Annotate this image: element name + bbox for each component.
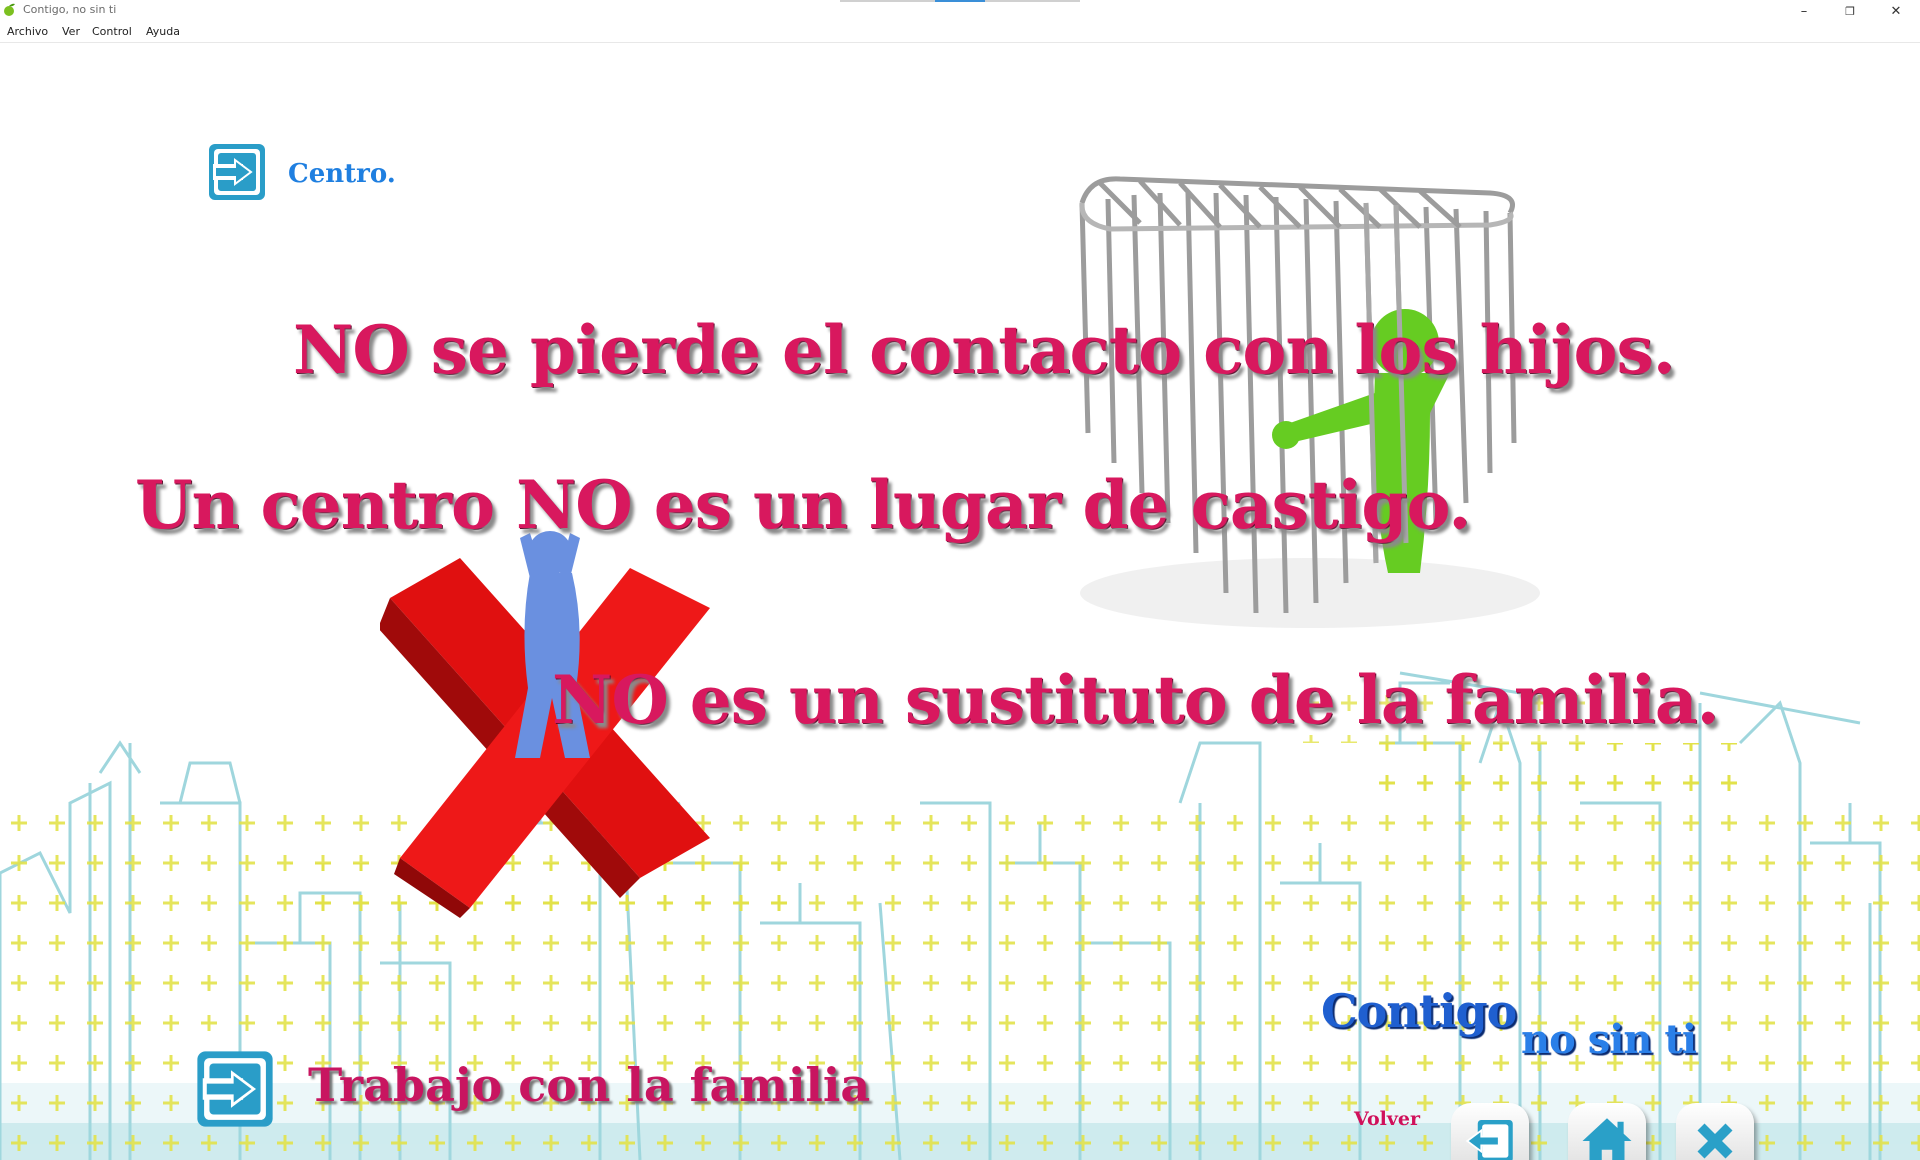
home-icon: [1582, 1118, 1632, 1160]
title-decoration: [985, 0, 1080, 2]
title-decoration: [840, 0, 940, 2]
headline-family-substitute: NO es un sustituto de la familia.: [552, 661, 1720, 739]
close-window-button[interactable]: ✕: [1873, 0, 1919, 22]
maximize-button[interactable]: ❐: [1827, 0, 1873, 22]
centro-link[interactable]: Centro.: [288, 159, 396, 189]
volver-label: Volver: [1354, 1108, 1421, 1130]
close-app-button[interactable]: [1676, 1103, 1754, 1160]
main-scene: Centro. NO se pierde el contacto con los…: [0, 43, 1920, 1160]
exit-icon: [1465, 1120, 1513, 1160]
minimize-button[interactable]: –: [1781, 0, 1827, 22]
menu-ayuda[interactable]: Ayuda: [146, 25, 180, 38]
window-title: Contigo, no sin ti: [23, 3, 117, 16]
volver-button[interactable]: [1451, 1103, 1529, 1160]
city-background-illustration: [0, 671, 1920, 1160]
menu-control[interactable]: Control: [92, 25, 132, 38]
centro-enter-icon[interactable]: [205, 140, 269, 204]
familia-link[interactable]: Trabajo con la familia: [308, 1058, 870, 1112]
home-button[interactable]: [1568, 1103, 1646, 1160]
familia-enter-icon[interactable]: [192, 1046, 278, 1132]
title-bar: Contigo, no sin ti – ❐ ✕: [0, 0, 1920, 22]
headline-contact: NO se pierde el contacto con los hijos.: [293, 311, 1676, 389]
app-logo-icon: [4, 3, 15, 16]
title-decoration-accent: [935, 0, 985, 2]
brand-title: Contigo: [1321, 984, 1517, 1038]
close-icon: [1697, 1123, 1733, 1159]
headline-punishment: Un centro NO es un lugar de castigo.: [135, 466, 1471, 544]
menu-ver[interactable]: Ver: [62, 25, 80, 38]
menu-archivo[interactable]: Archivo: [7, 25, 48, 38]
menu-bar: Archivo Ver Control Ayuda: [0, 22, 1920, 43]
cage-illustration: [1079, 176, 1540, 628]
brand-subtitle: no sin ti: [1521, 1016, 1697, 1063]
